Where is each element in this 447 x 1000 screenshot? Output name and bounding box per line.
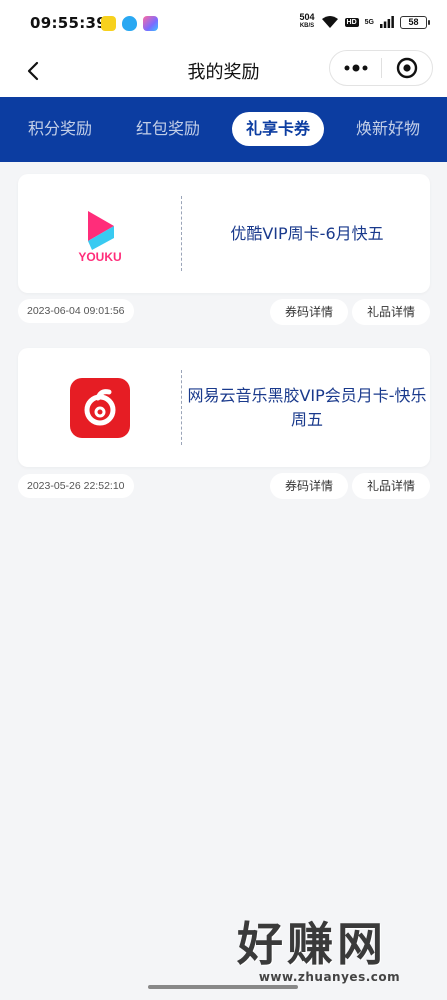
target-close-icon	[396, 57, 418, 79]
notification-app-icon	[101, 16, 116, 31]
tab-points-reward[interactable]: 积分奖励	[22, 112, 98, 146]
watermark: 好赚网 www.zhuanyes.com	[237, 920, 437, 984]
reward-date: 2023-05-26 22:52:10	[18, 474, 134, 498]
more-button[interactable]	[330, 51, 381, 85]
network-speed: 504 KB/S	[299, 12, 315, 30]
qq-icon	[122, 16, 137, 31]
tab-new-goods[interactable]: 焕新好物	[350, 112, 426, 146]
reward-tab-bar: 积分奖励 红包奖励 礼享卡券 焕新好物	[0, 97, 447, 162]
card-dashed-divider	[181, 196, 182, 271]
tab-gift-coupons[interactable]: 礼享卡券	[232, 112, 324, 146]
mini-program-capsule	[329, 50, 433, 86]
watermark-logo-text: 好赚网	[237, 917, 387, 971]
signal-5g-label: 5G	[364, 18, 374, 26]
status-bar: 09:55:39 504 KB/S HD 5G 58	[0, 0, 447, 48]
card-dashed-divider	[181, 370, 182, 445]
watermark-url: www.zhuanyes.com	[258, 970, 401, 984]
gift-detail-button[interactable]: 礼品详情	[352, 299, 430, 325]
status-time: 09:55:39	[30, 14, 108, 32]
more-dots-icon	[344, 64, 367, 72]
reward-card[interactable]: YOUKU 优酷VIP周卡-6月快五	[18, 174, 430, 293]
reward-title: 优酷VIP周卡-6月快五	[230, 223, 384, 243]
reward-card[interactable]: 网易云音乐黑胶VIP会员月卡-快乐周五	[18, 348, 430, 467]
app-store-icon	[143, 16, 158, 31]
nav-bar: 我的奖励	[0, 48, 447, 97]
svg-text:YOUKU: YOUKU	[78, 250, 121, 264]
hd-badge: HD	[344, 17, 359, 27]
close-mini-program-button[interactable]	[382, 51, 432, 85]
wifi-icon	[321, 16, 338, 28]
coupon-detail-button[interactable]: 券码详情	[270, 299, 348, 325]
reward-date: 2023-06-04 09:01:56	[18, 299, 134, 323]
youku-logo-icon: YOUKU	[70, 204, 130, 264]
tab-red-packet-reward[interactable]: 红包奖励	[130, 112, 206, 146]
status-indicators: 504 KB/S HD 5G 58	[299, 12, 430, 31]
home-indicator[interactable]	[148, 985, 298, 989]
gift-detail-button[interactable]: 礼品详情	[352, 473, 430, 499]
coupon-detail-button[interactable]: 券码详情	[270, 473, 348, 499]
signal-bars-icon	[380, 16, 394, 28]
reward-title: 网易云音乐黑胶VIP会员月卡-快乐周五	[187, 385, 427, 429]
status-app-icons	[101, 16, 158, 31]
battery-indicator: 58	[400, 15, 430, 29]
netease-music-logo-icon	[70, 378, 130, 438]
